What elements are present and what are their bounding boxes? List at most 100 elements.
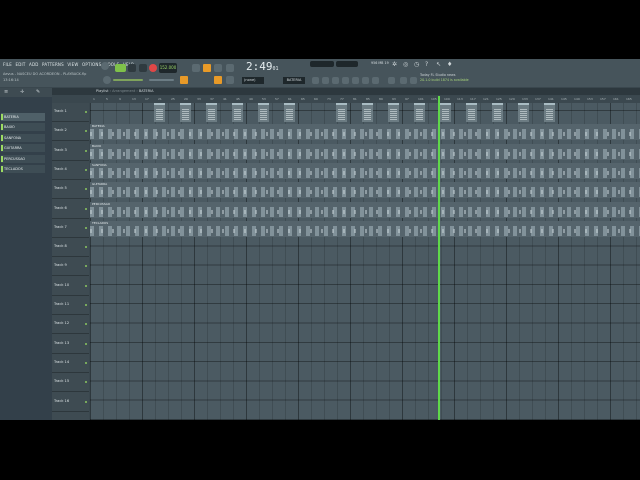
- menu-edit[interactable]: EDIT: [16, 62, 26, 67]
- track-mute-icon[interactable]: [85, 226, 87, 229]
- track-header[interactable]: Track 3: [52, 142, 89, 161]
- bell-icon[interactable]: ♦: [447, 61, 452, 68]
- track-mute-icon[interactable]: [85, 284, 87, 287]
- help-icon[interactable]: ?: [425, 61, 428, 68]
- master-pitch-knob-icon[interactable]: [103, 76, 111, 84]
- stop-button[interactable]: [139, 64, 147, 72]
- search-icon[interactable]: ✎: [36, 89, 40, 95]
- typing-keyboard-icon[interactable]: [192, 64, 200, 72]
- browser-item-bateria[interactable]: BATERIA: [1, 113, 45, 121]
- menu-add[interactable]: ADD: [29, 62, 39, 67]
- pattern-clip[interactable]: [544, 103, 555, 122]
- pattern-song-toggle[interactable]: [115, 64, 126, 72]
- track-header[interactable]: Track 9: [52, 257, 89, 277]
- compass-icon[interactable]: ◎: [403, 61, 408, 68]
- pattern-clip[interactable]: [440, 103, 451, 122]
- playlist-title-bar[interactable]: Playlist › Arrangement › BATERIA: [52, 88, 640, 95]
- pattern-clip[interactable]: [336, 103, 347, 122]
- browser-icon[interactable]: [352, 77, 359, 84]
- menu-view[interactable]: VIEW: [67, 62, 78, 67]
- pattern-clip[interactable]: [232, 103, 243, 122]
- browser-item-percussao[interactable]: PERCUSSAO: [1, 155, 45, 163]
- snap-icon[interactable]: [180, 76, 188, 84]
- blend-notes-icon[interactable]: [226, 76, 234, 84]
- clock-icon[interactable]: ◷: [414, 61, 419, 68]
- track-header[interactable]: Track 10: [52, 277, 89, 296]
- track-mute-icon[interactable]: [85, 168, 87, 171]
- track-mute-icon[interactable]: [85, 265, 87, 268]
- track-mute-icon[interactable]: [85, 342, 87, 345]
- master-pitch-slider[interactable]: [149, 79, 174, 81]
- news-panel[interactable]: Today FL Studio news 20.1.0 build 1874 i…: [420, 73, 469, 83]
- pattern-clip[interactable]: [388, 103, 399, 122]
- track-mute-icon[interactable]: [85, 111, 87, 113]
- pattern-lane[interactable]: BAIXO: [90, 143, 640, 160]
- pattern-lane[interactable]: PERCUSSAO: [90, 201, 640, 218]
- record-button[interactable]: [149, 64, 157, 72]
- expand-icon[interactable]: ✛: [20, 89, 24, 95]
- track-header[interactable]: Track 1: [52, 103, 89, 122]
- countdown-icon[interactable]: [203, 64, 211, 72]
- pattern-clip[interactable]: [258, 103, 269, 122]
- track-mute-icon[interactable]: [85, 246, 87, 249]
- pattern-clip[interactable]: [284, 103, 295, 122]
- camera-icon[interactable]: [388, 77, 395, 84]
- playlist-icon[interactable]: [312, 77, 319, 84]
- track-header[interactable]: Track 6: [52, 200, 89, 219]
- mixer-icon[interactable]: [342, 77, 349, 84]
- record-panel-icon[interactable]: [372, 77, 379, 84]
- track-header[interactable]: Track 12: [52, 315, 89, 335]
- snap-mode-select[interactable]: (none): [242, 77, 264, 84]
- pattern-clip[interactable]: [362, 103, 373, 122]
- plugin-icon[interactable]: [362, 77, 369, 84]
- pattern-selector[interactable]: BATERIA: [283, 77, 305, 84]
- track-mute-icon[interactable]: [85, 323, 87, 326]
- master-volume-knob-icon[interactable]: [101, 62, 109, 70]
- playlist-arrangement[interactable]: Arrangement: [112, 89, 135, 93]
- channel-rack-icon[interactable]: [332, 77, 339, 84]
- track-header[interactable]: Track 15: [52, 373, 89, 393]
- step-edit-icon[interactable]: [226, 64, 234, 72]
- piano-roll-icon[interactable]: [322, 77, 329, 84]
- master-volume-slider[interactable]: [113, 79, 143, 81]
- pattern-clip[interactable]: [180, 103, 191, 122]
- loop-record-icon[interactable]: [214, 64, 222, 72]
- track-mute-icon[interactable]: [85, 207, 87, 210]
- pattern-clip[interactable]: [518, 103, 529, 122]
- pattern-clip[interactable]: [414, 103, 425, 122]
- browser-item-guitarra[interactable]: GUITARRA: [1, 144, 45, 152]
- track-mute-icon[interactable]: [85, 188, 87, 191]
- pattern-lane[interactable]: TECLADOS: [90, 220, 640, 237]
- tempo-display[interactable]: 152.000: [159, 63, 177, 73]
- track-header[interactable]: Track 2: [52, 122, 89, 142]
- track-header[interactable]: Track 16: [52, 393, 89, 412]
- pattern-lane[interactable]: BATERIA: [90, 124, 640, 141]
- menu-patterns[interactable]: PATTERNS: [42, 62, 64, 67]
- browser-item-baixo[interactable]: BAIXO: [1, 123, 45, 131]
- cloud-icon[interactable]: [410, 77, 417, 84]
- track-header[interactable]: Track 11: [52, 296, 89, 315]
- metronome-icon[interactable]: [214, 76, 222, 84]
- pattern-lane[interactable]: GUITARRA: [90, 182, 640, 199]
- menu-file[interactable]: FILE: [3, 62, 12, 67]
- browser-item-sanfona[interactable]: SANFONA: [1, 134, 45, 142]
- track-mute-icon[interactable]: [85, 400, 87, 403]
- track-mute-icon[interactable]: [85, 149, 87, 152]
- track-header[interactable]: Track 14: [52, 354, 89, 373]
- playlist-pattern[interactable]: BATERIA: [139, 89, 154, 93]
- pattern-clip[interactable]: [154, 103, 165, 122]
- menu-options[interactable]: OPTIONS: [82, 62, 101, 67]
- pattern-clip[interactable]: [206, 103, 217, 122]
- pattern-lane[interactable]: SANFONA: [90, 162, 640, 179]
- menu-icon[interactable]: ≡: [4, 89, 8, 95]
- track-header[interactable]: Track 8: [52, 238, 89, 258]
- track-mute-icon[interactable]: [85, 130, 87, 133]
- gear-icon[interactable]: ✲: [392, 61, 397, 68]
- track-mute-icon[interactable]: [85, 304, 87, 306]
- track-header[interactable]: Track 5: [52, 180, 89, 200]
- browser-item-teclados[interactable]: TECLADOS: [1, 165, 45, 173]
- pattern-clip[interactable]: [466, 103, 477, 122]
- timeline-ruler[interactable]: 1 5 9 13 17 21 25 29 33 37 41 45 49 53 57 61 65 69 73 77 81 8…: [90, 96, 640, 103]
- track-mute-icon[interactable]: [85, 361, 87, 364]
- track-header[interactable]: Track 7: [52, 219, 89, 238]
